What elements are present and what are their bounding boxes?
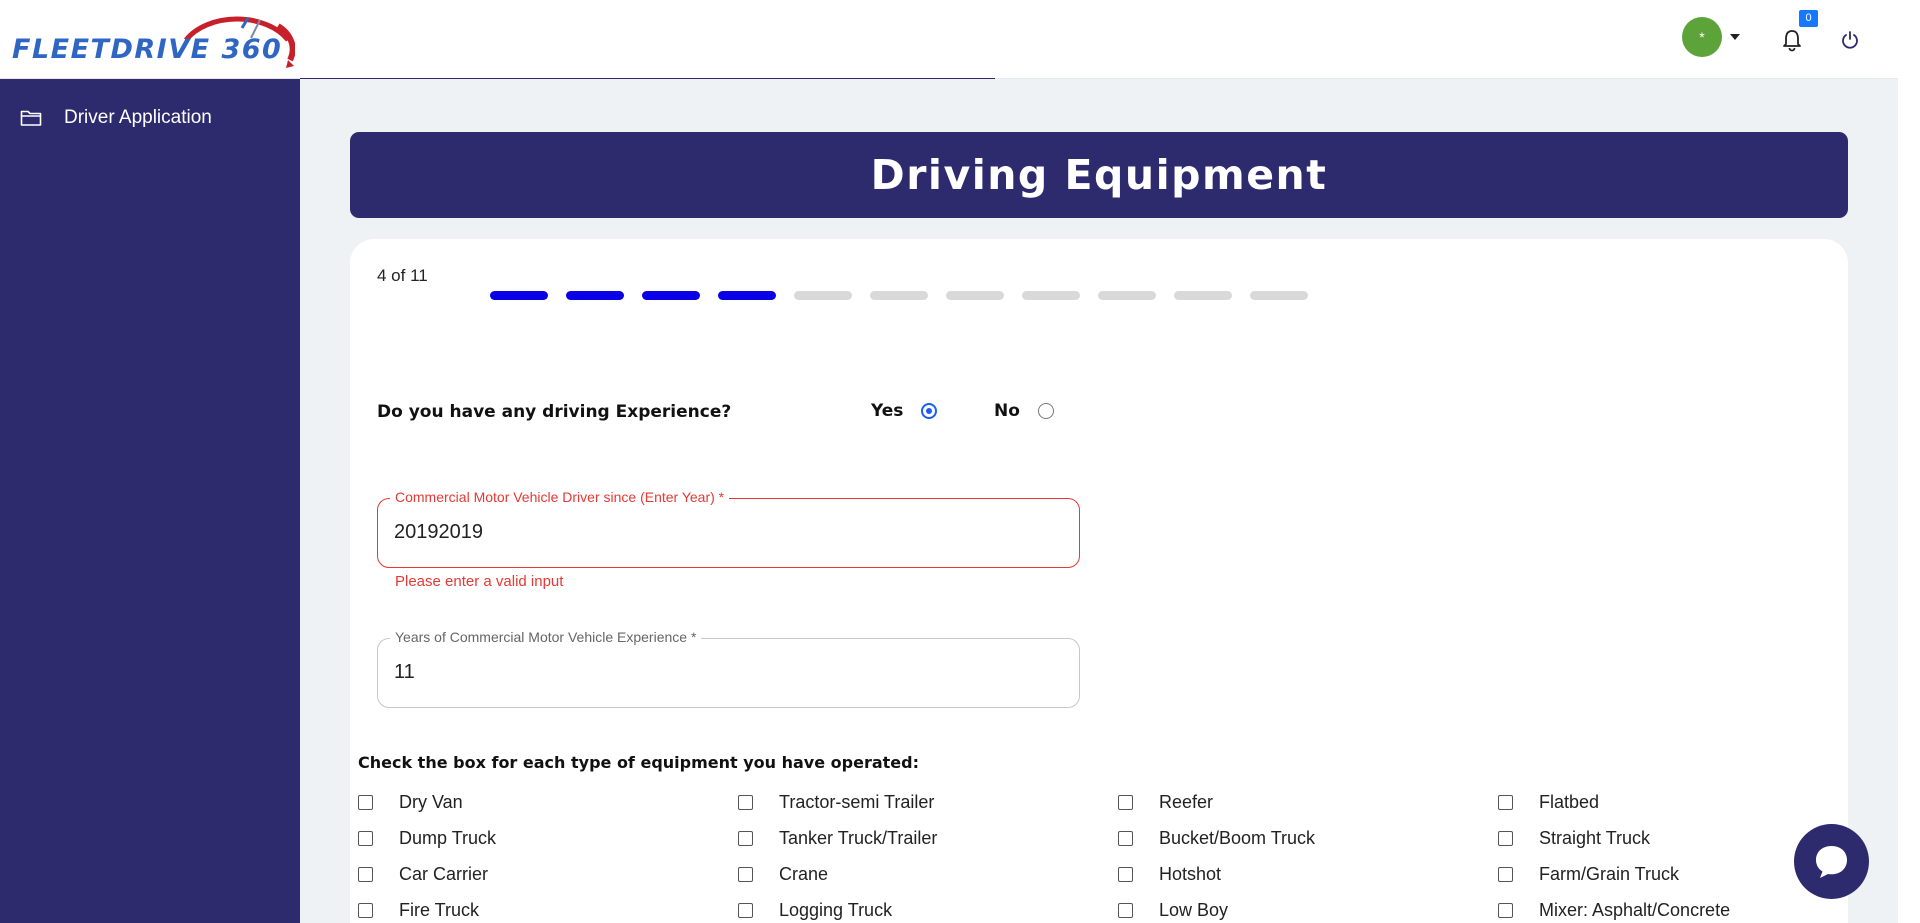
sidebar-item-label: Driver Application bbox=[64, 107, 212, 128]
driver-since-error: Please enter a valid input bbox=[395, 573, 564, 590]
step-segment bbox=[1250, 291, 1308, 300]
equipment-label: Straight Truck bbox=[1539, 828, 1651, 848]
notification-badge: 0 bbox=[1799, 10, 1818, 27]
checkbox[interactable] bbox=[1498, 903, 1513, 918]
equipment-label: Logging Truck bbox=[779, 900, 893, 920]
checkbox[interactable] bbox=[1118, 903, 1133, 918]
sidebar: Driver Application bbox=[0, 79, 300, 923]
equipment-option-fire-truck[interactable]: Fire Truck bbox=[358, 900, 479, 921]
yes-radio[interactable] bbox=[921, 403, 938, 419]
equipment-label: Reefer bbox=[1159, 792, 1214, 812]
equipment-label: Car Carrier bbox=[399, 864, 489, 884]
checkbox[interactable] bbox=[358, 867, 373, 882]
step-segment bbox=[718, 291, 776, 300]
equipment-label: Mixer: Asphalt/Concrete bbox=[1539, 900, 1731, 920]
equipment-option-dry-van[interactable]: Dry Van bbox=[358, 792, 463, 813]
checkbox[interactable] bbox=[358, 795, 373, 810]
checkbox[interactable] bbox=[738, 903, 753, 918]
step-segment bbox=[490, 291, 548, 300]
step-segment bbox=[946, 291, 1004, 300]
equipment-option-crane[interactable]: Crane bbox=[738, 864, 828, 885]
equipment-option-hotshot[interactable]: Hotshot bbox=[1118, 864, 1221, 885]
equipment-label: Dry Van bbox=[399, 792, 463, 812]
driver-since-field[interactable]: Commercial Motor Vehicle Driver since (E… bbox=[377, 489, 1080, 568]
equipment-label: Bucket/Boom Truck bbox=[1159, 828, 1316, 848]
equipment-label: Flatbed bbox=[1539, 792, 1600, 812]
step-segment bbox=[566, 291, 624, 300]
checkbox[interactable] bbox=[358, 903, 373, 918]
years-experience-value[interactable]: 11 bbox=[394, 661, 415, 684]
step-segment bbox=[642, 291, 700, 300]
caret-down-icon[interactable] bbox=[1730, 34, 1740, 40]
years-experience-label: Years of Commercial Motor Vehicle Experi… bbox=[390, 629, 702, 645]
main-content: Driving Equipment 4 of 11 Do you have an… bbox=[300, 79, 1898, 923]
step-segment bbox=[870, 291, 928, 300]
equipment-option-dump-truck[interactable]: Dump Truck bbox=[358, 828, 496, 849]
sidebar-item-driver-application[interactable]: Driver Application bbox=[20, 105, 212, 131]
equipment-option-tractor-semi-trailer[interactable]: Tractor-semi Trailer bbox=[738, 792, 934, 813]
equipment-option-reefer[interactable]: Reefer bbox=[1118, 792, 1213, 813]
checkbox[interactable] bbox=[358, 831, 373, 846]
user-menu[interactable]: * bbox=[1682, 17, 1742, 57]
step-segment bbox=[794, 291, 852, 300]
equipment-label: Crane bbox=[779, 864, 829, 884]
chat-bubble-icon bbox=[1816, 846, 1847, 878]
checkbox[interactable] bbox=[1498, 831, 1513, 846]
checkbox[interactable] bbox=[1118, 867, 1133, 882]
equipment-section-title: Check the box for each type of equipment… bbox=[358, 753, 919, 772]
equipment-option-flatbed[interactable]: Flatbed bbox=[1498, 792, 1599, 813]
equipment-option-farm-grain-truck[interactable]: Farm/Grain Truck bbox=[1498, 864, 1679, 885]
equipment-label: Farm/Grain Truck bbox=[1539, 864, 1680, 884]
step-segment bbox=[1022, 291, 1080, 300]
equipment-label: Tanker Truck/Trailer bbox=[779, 828, 938, 848]
checkbox[interactable] bbox=[738, 795, 753, 810]
equipment-label: Tractor-semi Trailer bbox=[779, 792, 935, 812]
step-segment bbox=[1098, 291, 1156, 300]
experience-yes-option[interactable]: Yes bbox=[871, 401, 938, 421]
equipment-option-mixer-asphalt-concrete[interactable]: Mixer: Asphalt/Concrete bbox=[1498, 900, 1730, 921]
checkbox[interactable] bbox=[738, 867, 753, 882]
equipment-label: Fire Truck bbox=[399, 900, 480, 920]
checkbox[interactable] bbox=[738, 831, 753, 846]
bell-icon[interactable] bbox=[1781, 28, 1803, 52]
logo-text: FLEETDRIVE 360 bbox=[12, 34, 283, 65]
folder-icon bbox=[20, 110, 42, 126]
equipment-label: Dump Truck bbox=[399, 828, 497, 848]
step-counter: 4 of 11 bbox=[377, 266, 428, 285]
page-title: Driving Equipment bbox=[350, 132, 1848, 218]
step-progress bbox=[490, 291, 1326, 300]
no-radio[interactable] bbox=[1037, 403, 1054, 419]
equipment-option-straight-truck[interactable]: Straight Truck bbox=[1498, 828, 1650, 849]
experience-no-option[interactable]: No bbox=[994, 401, 1054, 421]
equipment-label: Low Boy bbox=[1159, 900, 1229, 920]
top-bar: FLEETDRIVE 360 * 0 bbox=[0, 0, 1898, 80]
equipment-option-tanker-truck-trailer[interactable]: Tanker Truck/Trailer bbox=[738, 828, 937, 849]
years-experience-field[interactable]: Years of Commercial Motor Vehicle Experi… bbox=[377, 629, 1080, 708]
step-segment bbox=[1174, 291, 1232, 300]
avatar[interactable]: * bbox=[1682, 17, 1722, 57]
equipment-option-logging-truck[interactable]: Logging Truck bbox=[738, 900, 892, 921]
yes-label: Yes bbox=[871, 401, 904, 421]
power-icon[interactable] bbox=[1840, 30, 1860, 50]
equipment-label: Hotshot bbox=[1159, 864, 1222, 884]
scrollbar[interactable] bbox=[1898, 0, 1920, 923]
equipment-option-car-carrier[interactable]: Car Carrier bbox=[358, 864, 488, 885]
no-label: No bbox=[994, 401, 1020, 421]
checkbox[interactable] bbox=[1118, 795, 1133, 810]
driver-since-value[interactable]: 20192019 bbox=[394, 521, 483, 544]
checkbox[interactable] bbox=[1498, 867, 1513, 882]
experience-question: Do you have any driving Experience? bbox=[377, 402, 732, 422]
checkbox[interactable] bbox=[1118, 831, 1133, 846]
equipment-option-bucket-boom-truck[interactable]: Bucket/Boom Truck bbox=[1118, 828, 1315, 849]
fleetdrive-logo[interactable]: FLEETDRIVE 360 bbox=[10, 10, 295, 72]
equipment-option-low-boy[interactable]: Low Boy bbox=[1118, 900, 1228, 921]
driver-since-label: Commercial Motor Vehicle Driver since (E… bbox=[390, 489, 730, 505]
checkbox[interactable] bbox=[1498, 795, 1513, 810]
chat-button[interactable] bbox=[1794, 824, 1869, 899]
form-card: 4 of 11 Do you have any driving Experien… bbox=[350, 239, 1848, 923]
